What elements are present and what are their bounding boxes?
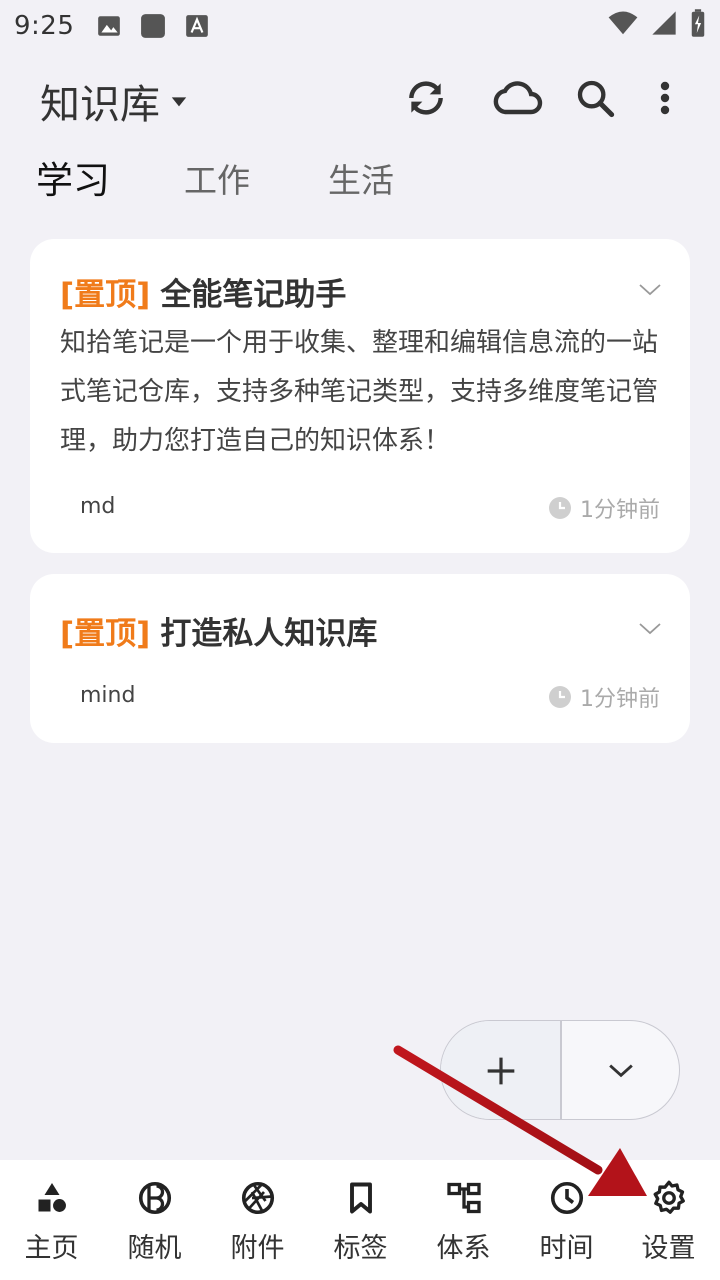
- plus-icon: [487, 1057, 515, 1085]
- nav-item-attachments[interactable]: 附件: [206, 1160, 309, 1280]
- fab-group: [440, 1020, 680, 1120]
- nav-item-home[interactable]: 主页: [0, 1160, 103, 1280]
- caret-down-icon: [171, 97, 187, 107]
- more-options-button[interactable]: [641, 74, 689, 122]
- status-time: 9:25: [14, 11, 75, 41]
- category-tabs: 学习 工作 生活: [0, 148, 720, 204]
- note-title: 全能笔记助手: [160, 277, 347, 313]
- tab-work[interactable]: 工作: [184, 154, 250, 202]
- image-icon: [98, 16, 121, 36]
- status-system-icons: [608, 8, 706, 38]
- nav-label-settings: 设置: [641, 1233, 696, 1264]
- note-time-text: 1分钟前: [580, 687, 660, 712]
- search-button[interactable]: [571, 74, 619, 122]
- nav-item-tags[interactable]: 标签: [309, 1160, 412, 1280]
- status-bar: 9:25: [0, 0, 720, 52]
- font-a-icon: [186, 15, 209, 37]
- clock-small-icon: [549, 497, 571, 519]
- nav-item-system[interactable]: 体系: [412, 1160, 515, 1280]
- bookmark-icon: [350, 1182, 372, 1214]
- nav-label-home: 主页: [24, 1233, 79, 1264]
- sync-icon: [409, 81, 443, 115]
- chevron-down-icon: [609, 1064, 633, 1078]
- note-type-tag: md: [80, 494, 116, 519]
- clock-small-icon: [549, 686, 571, 708]
- battery-charging-icon: [691, 9, 705, 37]
- app-title: 知识库: [40, 82, 160, 128]
- shapes-icon: [38, 1183, 66, 1212]
- note-time: 1分钟前: [548, 492, 660, 524]
- nav-label-tags: 标签: [333, 1233, 388, 1264]
- expand-chevron-icon[interactable]: [638, 283, 662, 297]
- more-vert-icon: [660, 81, 670, 115]
- gear-icon: [653, 1180, 685, 1214]
- expand-chevron-icon[interactable]: [638, 622, 662, 636]
- note-time: 1分钟前: [548, 681, 660, 713]
- note-title: 打造私人知识库: [160, 616, 378, 652]
- more-add-options-button[interactable]: [562, 1021, 679, 1119]
- notebook-selector[interactable]: 知识库: [40, 72, 188, 130]
- aperture-icon: [241, 1181, 275, 1215]
- random-icon: [138, 1181, 172, 1215]
- tab-life[interactable]: 生活: [328, 154, 394, 202]
- nav-item-time[interactable]: 时间: [515, 1160, 618, 1280]
- search-icon: [577, 80, 615, 118]
- pinned-badge: [置顶]: [60, 616, 151, 652]
- note-title-row: [置顶] 全能笔记助手: [60, 269, 346, 314]
- nav-label-system: 体系: [436, 1233, 491, 1264]
- signal-icon: [652, 11, 676, 35]
- status-notification-icons: [96, 13, 210, 39]
- note-card[interactable]: [置顶] 全能笔记助手 知拾笔记是一个用于收集、整理和编辑信息流的一站式笔记仓库…: [30, 239, 690, 553]
- note-title-row: [置顶] 打造私人知识库: [60, 608, 377, 653]
- nav-label-random: 随机: [127, 1233, 182, 1264]
- nav-label-attachments: 附件: [230, 1233, 285, 1264]
- app-square-icon: [141, 14, 166, 38]
- nav-item-random[interactable]: 随机: [103, 1160, 206, 1280]
- bottom-navigation: 主页 随机 附件 标签 体系 时间 设置: [0, 1160, 720, 1280]
- note-time-text: 1分钟前: [580, 498, 660, 523]
- cloud-icon: [493, 81, 543, 115]
- tab-study[interactable]: 学习: [36, 150, 110, 204]
- note-card[interactable]: [置顶] 打造私人知识库 mind 1分钟前: [30, 574, 690, 743]
- hierarchy-icon: [447, 1182, 481, 1214]
- nav-item-settings[interactable]: 设置: [617, 1160, 720, 1280]
- note-body: 知拾笔记是一个用于收集、整理和编辑信息流的一站式笔记仓库，支持多种笔记类型，支持…: [60, 328, 659, 456]
- nav-label-time: 时间: [539, 1233, 594, 1264]
- app-header: 知识库: [0, 62, 720, 134]
- note-type-tag: mind: [80, 683, 136, 708]
- wifi-icon: [608, 11, 638, 35]
- sync-button[interactable]: [402, 74, 450, 122]
- clock-icon: [550, 1181, 584, 1215]
- add-note-button[interactable]: [441, 1021, 561, 1119]
- cloud-button[interactable]: [490, 74, 544, 122]
- pinned-badge: [置顶]: [60, 277, 151, 313]
